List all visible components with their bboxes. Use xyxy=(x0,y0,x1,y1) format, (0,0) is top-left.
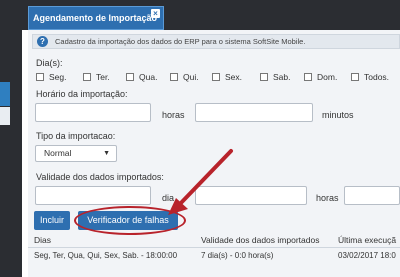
header-dias: Dias xyxy=(34,235,52,245)
header-validade: Validade dos dados importados xyxy=(201,235,320,245)
cell-ultima-execucao: 03/02/2017 18:0 xyxy=(338,251,396,260)
table-row-divider xyxy=(28,247,400,248)
cell-dias: Seg, Ter, Qua, Qui, Sex, Sab. - 18:00:00 xyxy=(34,251,178,260)
cell-validade: 7 dia(s) - 0:0 hora(s) xyxy=(201,251,274,260)
table-header: Dias Validade dos dados importados Últim… xyxy=(28,234,400,246)
header-ultima-execucao: Última execuçã xyxy=(338,235,397,245)
